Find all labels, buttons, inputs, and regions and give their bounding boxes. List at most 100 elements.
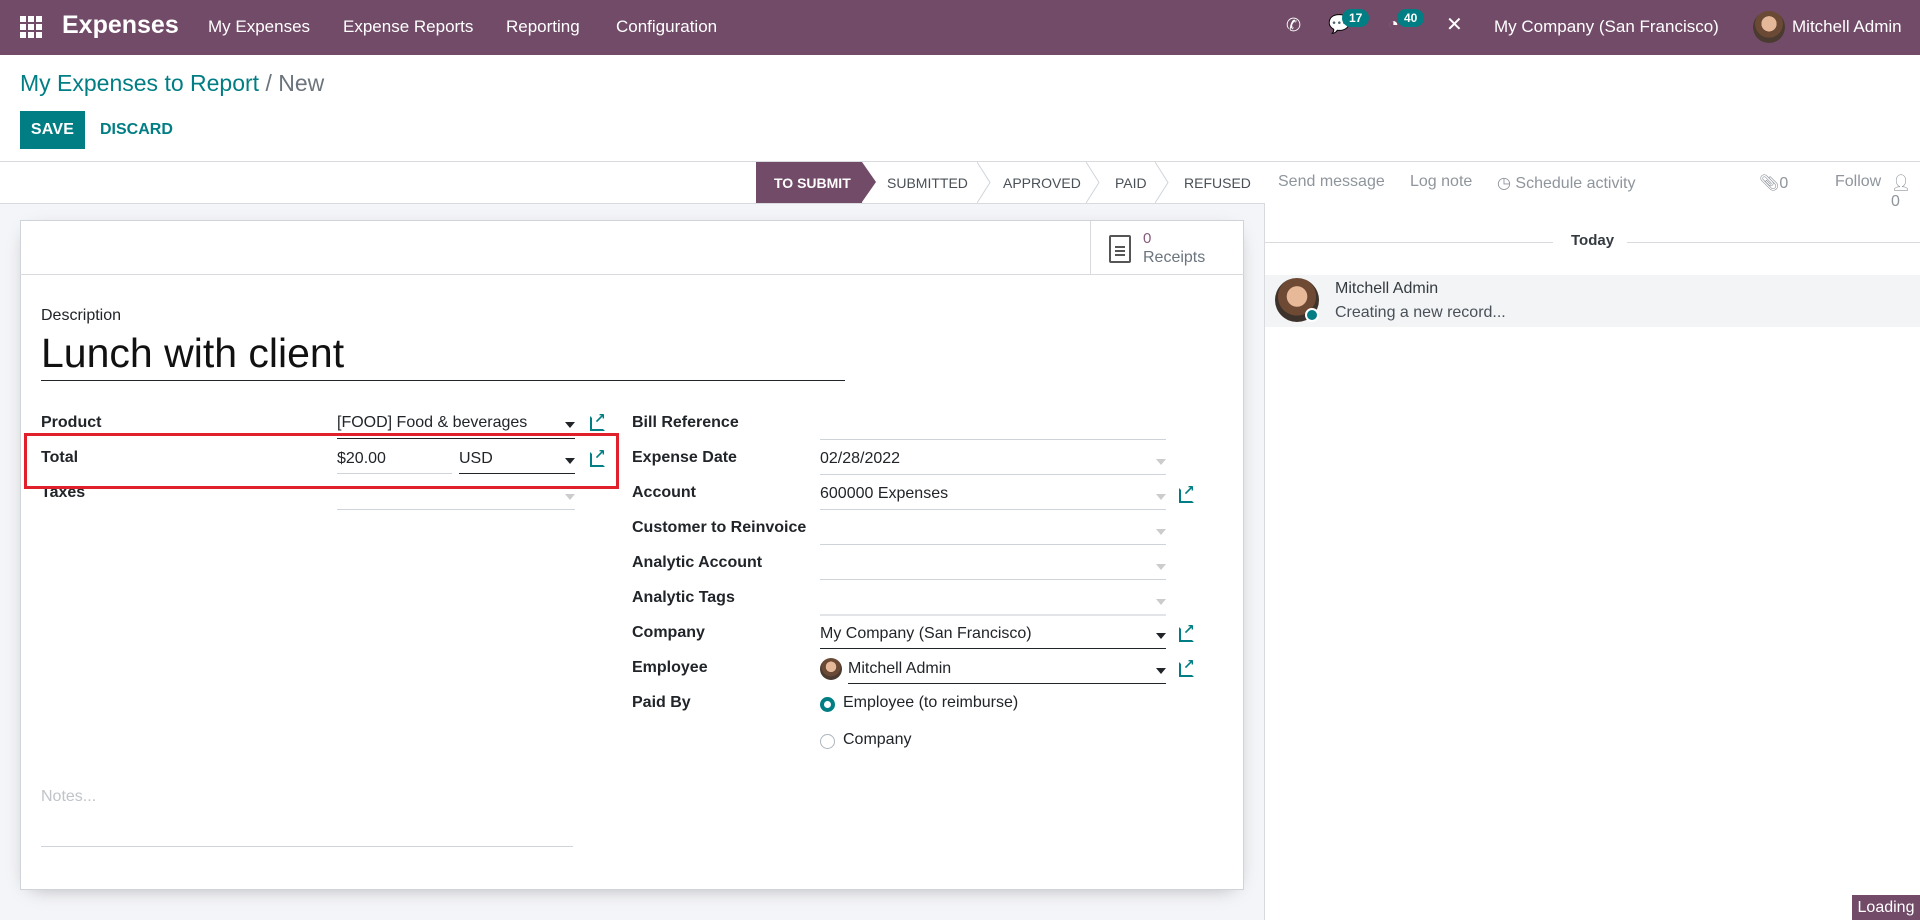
company-switcher[interactable]: My Company (San Francisco): [1494, 17, 1719, 37]
user-menu[interactable]: Mitchell Admin: [1792, 17, 1902, 37]
paid-by-label: Paid By: [632, 694, 691, 711]
customer-dropdown-caret-icon[interactable]: [1156, 529, 1166, 535]
expense-date-input[interactable]: 02/28/2022: [820, 450, 900, 468]
top-navbar: Expenses My Expenses Expense Reports Rep…: [0, 0, 1920, 55]
account-external-link-icon[interactable]: [1179, 482, 1195, 503]
schedule-activity-label: Schedule activity: [1515, 175, 1636, 192]
attachments-count: 0: [1779, 175, 1789, 192]
user-icon: 👤︎: [1891, 175, 1912, 192]
taxes-underline: [337, 509, 575, 510]
breadcrumb-separator: /: [265, 70, 272, 96]
stage-chevron: [1086, 162, 1100, 203]
stage-paid[interactable]: PAID: [1115, 162, 1147, 203]
app-name[interactable]: Expenses: [62, 11, 179, 40]
discard-button[interactable]: DISCARD: [100, 111, 173, 149]
employee-avatar: [820, 658, 842, 680]
messages-count-badge: 17: [1342, 9, 1370, 27]
breadcrumb: My Expenses to Report / New: [20, 70, 324, 97]
button-box-divider: [20, 274, 1244, 275]
employee-external-link-icon[interactable]: [1179, 656, 1195, 677]
customer-underline: [820, 544, 1166, 545]
menu-expense-reports[interactable]: Expense Reports: [343, 17, 473, 37]
stage-chevron: [1155, 162, 1169, 203]
schedule-activity-button[interactable]: ◷ Schedule activity: [1497, 173, 1635, 193]
employee-dropdown-caret-icon[interactable]: [1156, 668, 1166, 674]
message-body: Creating a new record...: [1335, 304, 1506, 321]
employee-underline: [848, 683, 1166, 684]
company-underline: [820, 648, 1166, 649]
analytic-account-label: Analytic Account: [632, 554, 763, 571]
company-field[interactable]: My Company (San Francisco): [820, 625, 1032, 643]
analytic-tags-label: Analytic Tags: [632, 589, 735, 606]
date-separator: Today: [1571, 232, 1615, 249]
highlight-box: [24, 433, 619, 489]
employee-label: Employee: [632, 659, 708, 676]
menu-reporting[interactable]: Reporting: [506, 17, 580, 37]
loading-indicator: Loading: [1852, 895, 1920, 920]
stage-refused[interactable]: REFUSED: [1184, 162, 1251, 203]
paid-by-employee-radio[interactable]: [820, 697, 835, 712]
account-field[interactable]: 600000 Expenses: [820, 485, 948, 503]
product-label: Product: [41, 414, 102, 431]
breadcrumb-parent[interactable]: My Expenses to Report: [20, 70, 259, 96]
document-icon: [1109, 235, 1131, 263]
description-label: Description: [41, 307, 122, 324]
bill-reference-label: Bill Reference: [632, 414, 739, 431]
expense-date-label: Expense Date: [632, 449, 737, 466]
account-dropdown-caret-icon[interactable]: [1156, 494, 1166, 500]
menu-configuration[interactable]: Configuration: [616, 17, 717, 37]
debug-tools-icon[interactable]: ✕: [1446, 12, 1463, 37]
followers-button[interactable]: 👤︎0: [1891, 173, 1920, 211]
analytic-account-underline: [820, 579, 1166, 580]
date-divider-line: [1627, 242, 1920, 243]
description-input[interactable]: Lunch with client: [41, 330, 344, 377]
receipts-button[interactable]: 0 Receipts: [1090, 221, 1243, 274]
product-external-link-icon[interactable]: [590, 410, 606, 431]
receipts-label: Receipts: [1143, 249, 1206, 266]
company-dropdown-caret-icon[interactable]: [1156, 633, 1166, 639]
description-underline: [41, 380, 845, 381]
employee-field[interactable]: Mitchell Admin: [848, 660, 951, 678]
activities-count-badge: 40: [1397, 9, 1425, 27]
stage-to-submit[interactable]: TO SUBMIT: [756, 162, 876, 203]
company-label: Company: [632, 624, 705, 641]
notes-input[interactable]: Notes...: [41, 788, 96, 806]
phone-icon[interactable]: ✆: [1286, 15, 1301, 36]
taxes-dropdown-caret-icon[interactable]: [565, 494, 575, 500]
account-label: Account: [632, 484, 696, 501]
log-note-button[interactable]: Log note: [1410, 173, 1472, 191]
attachments-button[interactable]: 📎︎0: [1759, 173, 1788, 193]
stage-submitted[interactable]: SUBMITTED: [887, 162, 968, 203]
paid-by-employee-label[interactable]: Employee (to reimburse): [843, 694, 1018, 712]
company-external-link-icon[interactable]: [1179, 621, 1195, 642]
apps-menu-icon[interactable]: [20, 16, 42, 38]
paperclip-icon: 📎︎: [1759, 175, 1780, 192]
account-underline: [820, 509, 1166, 510]
analytic-account-caret-icon[interactable]: [1156, 564, 1166, 570]
send-message-button[interactable]: Send message: [1278, 173, 1385, 191]
online-status-icon: [1305, 308, 1319, 322]
bill-reference-underline: [820, 439, 1166, 440]
status-bar: TO SUBMIT SUBMITTED APPROVED PAID REFUSE…: [0, 162, 1265, 204]
followers-count: 0: [1891, 193, 1900, 210]
stage-chevron: [977, 162, 991, 203]
menu-my-expenses[interactable]: My Expenses: [208, 17, 310, 37]
paid-by-company-radio[interactable]: [820, 734, 835, 749]
notes-underline: [41, 846, 573, 847]
save-button[interactable]: SAVE: [20, 111, 85, 149]
product-field[interactable]: [FOOD] Food & beverages: [337, 414, 527, 432]
customer-to-reinvoice-label: Customer to Reinvoice: [632, 519, 807, 536]
analytic-tags-underline: [820, 614, 1166, 616]
date-caret-icon[interactable]: [1156, 459, 1166, 465]
stage-approved[interactable]: APPROVED: [1003, 162, 1081, 203]
analytic-tags-caret-icon[interactable]: [1156, 599, 1166, 605]
message-author[interactable]: Mitchell Admin: [1335, 280, 1438, 298]
paid-by-company-label[interactable]: Company: [843, 731, 911, 749]
product-dropdown-caret-icon[interactable]: [565, 422, 575, 428]
date-divider-line: [1265, 242, 1553, 243]
follow-button[interactable]: Follow: [1835, 173, 1881, 191]
clock-icon: ◷: [1497, 175, 1511, 192]
user-avatar[interactable]: [1753, 11, 1785, 43]
breadcrumb-current: New: [278, 70, 325, 96]
expense-date-underline: [820, 474, 1166, 475]
